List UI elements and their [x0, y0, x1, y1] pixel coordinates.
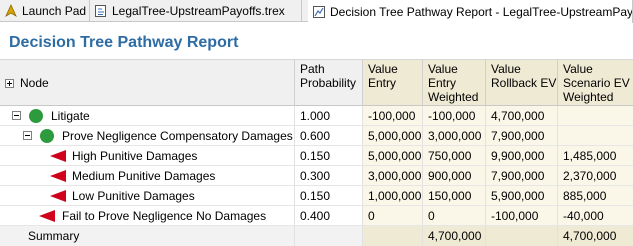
tree-file-icon [94, 4, 108, 18]
terminal-node-icon [50, 150, 66, 162]
summary-label: Summary [0, 226, 295, 246]
launch-pad-icon [4, 4, 18, 18]
path-probability-cell [295, 226, 363, 246]
value-scenario-ev-weighted-cell: -40,000 [558, 206, 633, 226]
value-entry-cell: 5,000,000 [363, 126, 423, 146]
node-cell: Low Punitive Damages [0, 186, 295, 206]
node-cell: Prove Negligence Compensatory Damages [0, 126, 295, 146]
tab-label: Decision Tree Pathway Report - LegalTree… [330, 4, 633, 19]
node-label: Low Punitive Damages [72, 189, 195, 203]
value-rollback-ev-cell: 4,700,000 [486, 106, 558, 126]
value-entry-weighted-cell: 0 [423, 206, 486, 226]
value-rollback-ev-cell [486, 226, 558, 246]
tab-pathway-report[interactable]: Decision Tree Pathway Report - LegalTree… [308, 0, 633, 23]
tab-legaltree-file[interactable]: LegalTree-UpstreamPayoffs.trex [90, 0, 302, 22]
value-entry-cell: 1,000,000 [363, 186, 423, 206]
column-header-value-entry[interactable]: Value Entry [363, 59, 423, 106]
node-cell: High Punitive Damages [0, 146, 295, 166]
table-row[interactable]: Litigate 1.000 -100,000 -100,000 4,700,0… [0, 106, 633, 126]
report-title: Decision Tree Pathway Report [9, 34, 239, 51]
value-entry-cell: 0 [363, 206, 423, 226]
tab-label: Launch Pad [22, 4, 87, 18]
terminal-node-icon [39, 210, 55, 222]
value-entry-weighted-cell: 900,000 [423, 166, 486, 186]
value-scenario-ev-weighted-cell: 2,370,000 [558, 166, 633, 186]
node-cell: Medium Punitive Damages [0, 166, 295, 186]
tab-label: LegalTree-UpstreamPayoffs.trex [112, 4, 285, 18]
terminal-node-icon [50, 170, 66, 182]
summary-row[interactable]: Summary 4,700,000 4,700,000 [0, 226, 633, 246]
terminal-node-icon [50, 190, 66, 202]
value-entry-weighted-cell: 750,000 [423, 146, 486, 166]
column-header-value-rollback-ev[interactable]: Value Rollback EV [486, 59, 558, 106]
value-scenario-ev-weighted-cell: 1,485,000 [558, 146, 633, 166]
value-entry-cell: -100,000 [363, 106, 423, 126]
table-row[interactable]: Medium Punitive Damages 0.300 3,000,000 … [0, 166, 633, 186]
path-probability-cell: 0.400 [295, 206, 363, 226]
column-header-path-probability[interactable]: Path Probability [295, 59, 363, 106]
node-cell: Litigate [0, 106, 295, 126]
table-row[interactable]: Low Punitive Damages 0.150 1,000,000 150… [0, 186, 633, 206]
table-row[interactable]: Fail to Prove Negligence No Damages 0.40… [0, 206, 633, 226]
path-probability-cell: 0.150 [295, 146, 363, 166]
value-entry-cell: 3,000,000 [363, 166, 423, 186]
collapse-icon[interactable] [23, 131, 32, 140]
value-scenario-ev-weighted-cell [558, 106, 633, 126]
value-rollback-ev-cell: 7,900,000 [486, 126, 558, 146]
value-entry-cell [363, 226, 423, 246]
path-probability-cell: 0.600 [295, 126, 363, 146]
report-icon [312, 5, 326, 19]
value-rollback-ev-cell: 7,900,000 [486, 166, 558, 186]
value-rollback-ev-cell: 5,900,000 [486, 186, 558, 206]
column-header-value-scenario-ev-weighted[interactable]: Value Scenario EV Weighted [558, 59, 633, 106]
node-label: High Punitive Damages [72, 149, 198, 163]
collapse-icon[interactable] [12, 111, 21, 120]
value-entry-cell: 5,000,000 [363, 146, 423, 166]
node-label: Medium Punitive Damages [72, 169, 216, 183]
value-scenario-ev-weighted-cell: 885,000 [558, 186, 633, 206]
column-header-node[interactable]: Node [0, 59, 295, 106]
chance-node-icon [40, 129, 54, 143]
node-label: Litigate [51, 109, 90, 123]
value-scenario-ev-weighted-cell: 4,700,000 [558, 226, 633, 246]
node-label: Prove Negligence Compensatory Damages [62, 129, 293, 143]
path-probability-cell: 1.000 [295, 106, 363, 126]
table-row[interactable]: Prove Negligence Compensatory Damages 0.… [0, 126, 633, 146]
path-probability-cell: 0.150 [295, 186, 363, 206]
value-entry-weighted-cell: -100,000 [423, 106, 486, 126]
column-header-value-entry-weighted[interactable]: Value Entry Weighted [423, 59, 486, 106]
node-label: Fail to Prove Negligence No Damages [62, 209, 267, 223]
table-row[interactable]: High Punitive Damages 0.150 5,000,000 75… [0, 146, 633, 166]
value-entry-weighted-cell: 150,000 [423, 186, 486, 206]
value-entry-weighted-cell: 3,000,000 [423, 126, 486, 146]
value-rollback-ev-cell: 9,900,000 [486, 146, 558, 166]
node-cell: Fail to Prove Negligence No Damages [0, 206, 295, 226]
tab-strip: Launch Pad LegalTree-UpstreamPayoffs.tre… [0, 0, 633, 23]
expand-all-icon[interactable] [5, 79, 14, 88]
path-probability-cell: 0.300 [295, 166, 363, 186]
tab-launch-pad[interactable]: Launch Pad [0, 0, 90, 22]
value-scenario-ev-weighted-cell [558, 126, 633, 146]
value-rollback-ev-cell: -100,000 [486, 206, 558, 226]
chance-node-icon [29, 109, 43, 123]
value-entry-weighted-cell: 4,700,000 [423, 226, 486, 246]
